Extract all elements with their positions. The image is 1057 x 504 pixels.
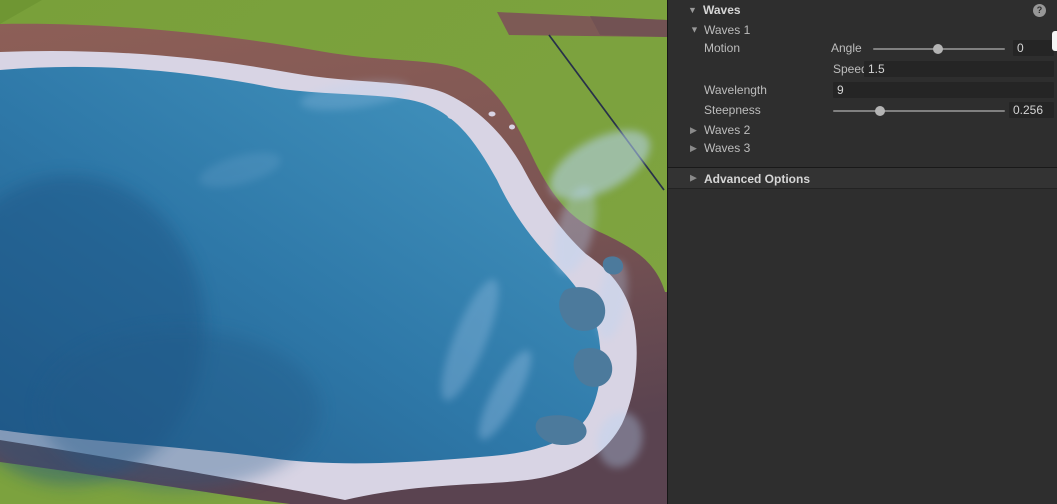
waves1-foldout[interactable]: ▼ Waves 1 xyxy=(668,21,1057,39)
wavelength-row: Wavelength xyxy=(668,82,1057,98)
app-window: ▼ Waves ? ▼ Waves 1 Motion Angle Speed W… xyxy=(0,0,1057,504)
waves3-label: Waves 3 xyxy=(704,140,750,157)
motion-angle-row: Motion Angle xyxy=(668,40,1057,57)
angle-slider[interactable] xyxy=(873,40,1005,57)
angle-slider-thumb[interactable] xyxy=(933,44,943,54)
steepness-slider-track[interactable] xyxy=(833,110,1005,112)
foldout-collapsed-icon[interactable]: ▶ xyxy=(690,167,697,189)
advanced-options-label: Advanced Options xyxy=(704,168,810,190)
foldout-expanded-icon[interactable]: ▼ xyxy=(688,0,697,21)
steepness-value-input[interactable] xyxy=(1009,102,1054,118)
steepness-slider-thumb[interactable] xyxy=(875,106,885,116)
angle-value-input[interactable] xyxy=(1013,40,1054,56)
help-icon[interactable]: ? xyxy=(1033,4,1046,17)
waves2-foldout[interactable]: ▶ Waves 2 xyxy=(668,122,1057,139)
scene-view[interactable] xyxy=(0,0,667,504)
waves2-label: Waves 2 xyxy=(704,122,750,139)
advanced-options-header[interactable]: ▶ Advanced Options xyxy=(668,167,1057,189)
inspector-panel: ▼ Waves ? ▼ Waves 1 Motion Angle Speed W… xyxy=(667,0,1057,504)
speed-row: Speed xyxy=(668,61,1057,77)
foldout-collapsed-icon[interactable]: ▶ xyxy=(690,122,697,139)
speed-input[interactable] xyxy=(864,61,1054,77)
angle-label: Angle xyxy=(831,40,862,57)
steepness-slider[interactable] xyxy=(833,102,1005,119)
wavelength-label: Wavelength xyxy=(704,82,767,98)
waves1-label: Waves 1 xyxy=(704,21,750,39)
speed-label: Speed xyxy=(833,61,868,77)
section-title: Waves xyxy=(703,0,741,21)
waves-section-header[interactable]: ▼ Waves ? xyxy=(668,0,1057,21)
wavelength-input[interactable] xyxy=(833,82,1054,98)
motion-label: Motion xyxy=(704,40,740,57)
foldout-collapsed-icon[interactable]: ▶ xyxy=(690,140,697,157)
waves3-foldout[interactable]: ▶ Waves 3 xyxy=(668,140,1057,157)
steepness-label: Steepness xyxy=(704,102,761,119)
mouse-cursor xyxy=(1052,31,1057,51)
foldout-expanded-icon[interactable]: ▼ xyxy=(690,21,699,39)
steepness-row: Steepness xyxy=(668,102,1057,119)
